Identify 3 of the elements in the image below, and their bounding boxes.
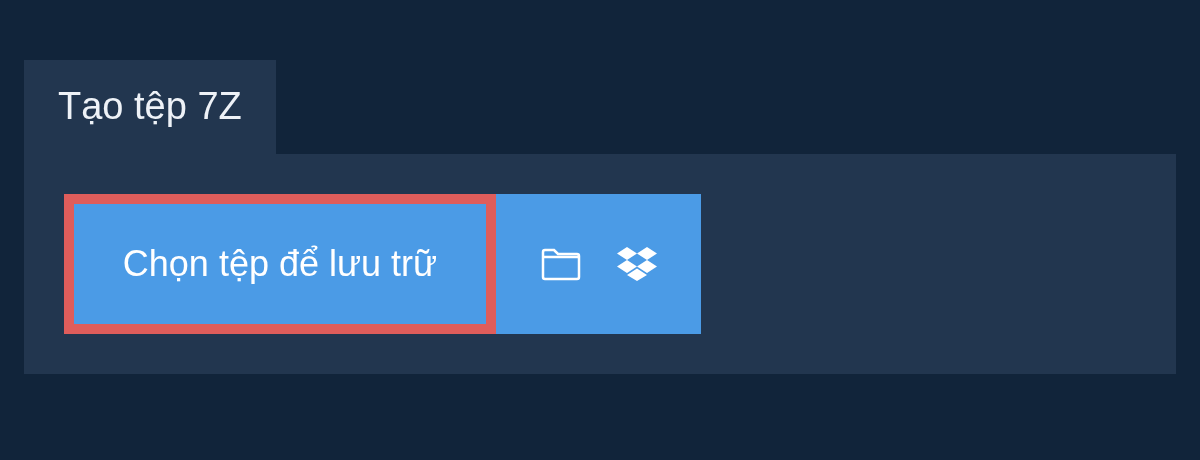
dropbox-icon[interactable]: [616, 247, 657, 281]
tab[interactable]: Tạo tệp 7Z: [24, 60, 276, 154]
folder-icon[interactable]: [540, 247, 581, 281]
